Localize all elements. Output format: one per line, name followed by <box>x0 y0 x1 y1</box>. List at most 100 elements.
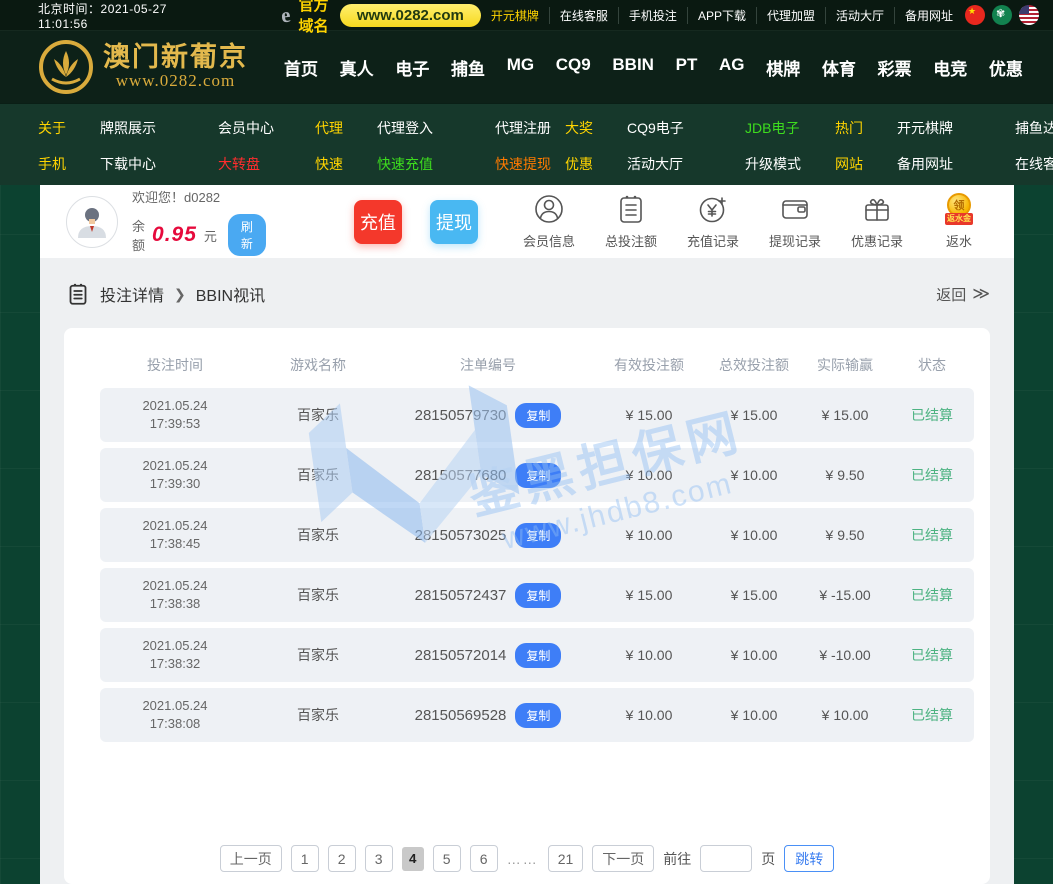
subnav-online-service[interactable]: 在线客服 <box>1015 154 1053 174</box>
subnav-label-jackpot: 大奖 <box>565 118 617 138</box>
subnav-kaiyuan-chess[interactable]: 开元棋牌 <box>897 118 1005 138</box>
col-total-amount: 总效投注额 <box>708 355 800 375</box>
member-info-item[interactable]: 会员信息 <box>520 193 578 250</box>
subnav-label-agent: 代理 <box>315 118 367 138</box>
col-bet-number: 注单编号 <box>386 355 590 375</box>
subnav-fishing-master[interactable]: 捕鱼达人 <box>1015 118 1053 138</box>
rebate-label: 返水 <box>946 231 972 250</box>
refresh-balance-button[interactable]: 刷新 <box>228 214 266 256</box>
china-flag-icon[interactable] <box>965 5 985 25</box>
avatar[interactable] <box>66 196 118 248</box>
nav-sports[interactable]: 体育 <box>820 49 858 86</box>
nav-home[interactable]: 首页 <box>282 49 320 86</box>
jump-button[interactable]: 跳转 <box>784 845 834 872</box>
nav-mg[interactable]: MG <box>505 49 536 86</box>
nav-lottery[interactable]: 彩票 <box>876 49 914 86</box>
subnav-backup-url[interactable]: 备用网址 <box>897 154 1005 174</box>
page-unit-label: 页 <box>761 849 775 869</box>
nav-live[interactable]: 真人 <box>338 49 376 86</box>
page-title: 投注详情 <box>100 282 164 306</box>
promo-records-item[interactable]: 优惠记录 <box>848 193 906 250</box>
main-menu: 首页 真人 电子 捕鱼 MG CQ9 BBIN PT AG 棋牌 体育 彩票 电… <box>282 49 1025 86</box>
total-bets-item[interactable]: 总投注额 <box>602 193 660 250</box>
nav-bbin[interactable]: BBIN <box>610 49 656 86</box>
page-button-1[interactable]: 1 <box>291 845 319 872</box>
official-domain: e 官方域名 www.0282.com <box>281 0 481 36</box>
current-page-button[interactable]: 4 <box>402 847 424 871</box>
subnav-quick-deposit[interactable]: 快速充值 <box>377 154 485 174</box>
official-domain-pill[interactable]: www.0282.com <box>340 4 481 27</box>
topbar-link-agent[interactable]: 代理加盟 <box>757 7 826 24</box>
withdraw-records-icon <box>779 193 811 225</box>
quick-links-row: 会员信息 总投注额 充值记录 <box>520 193 988 250</box>
nav-chess[interactable]: 棋牌 <box>764 49 802 86</box>
topbar-link-mobile-bet[interactable]: 手机投注 <box>619 7 688 24</box>
subnav-quick-withdraw[interactable]: 快速提现 <box>495 154 565 174</box>
deposit-records-item[interactable]: 充值记录 <box>684 193 742 250</box>
page-button-21[interactable]: 21 <box>548 845 584 872</box>
prev-page-button[interactable]: 上一页 <box>220 845 282 872</box>
member-info-label: 会员信息 <box>523 231 575 250</box>
status-badge: 已结算 <box>890 585 974 605</box>
deposit-records-icon <box>697 193 729 225</box>
site-logo[interactable]: 澳门新葡京 www.0282.com <box>38 39 248 95</box>
subnav-jdb-slots[interactable]: JDB电子 <box>745 118 835 138</box>
col-valid-amount: 有效投注额 <box>590 355 708 375</box>
subnav-lucky-wheel[interactable]: 大转盘 <box>218 154 315 174</box>
page-button-3[interactable]: 3 <box>365 845 393 872</box>
bet-records-card: 投注时间 游戏名称 注单编号 有效投注额 总效投注额 实际输赢 状态 2021.… <box>64 328 990 884</box>
topbar-links: 开元棋牌 在线客服 手机投注 APP下载 代理加盟 活动大厅 备用网址 <box>481 5 1045 25</box>
nav-pt[interactable]: PT <box>674 49 700 86</box>
subnav-download-center[interactable]: 下载中心 <box>100 154 208 174</box>
topbar-link-service[interactable]: 在线客服 <box>550 7 619 24</box>
subnav-activity-hall[interactable]: 活动大厅 <box>627 154 735 174</box>
nav-cq9[interactable]: CQ9 <box>554 49 593 86</box>
rebate-item[interactable]: 领 返水金 返水 <box>930 193 988 250</box>
topbar-link-kaiyuan[interactable]: 开元棋牌 <box>481 7 550 24</box>
deposit-button[interactable]: 充值 <box>354 200 402 244</box>
subnav-license[interactable]: 牌照展示 <box>100 118 208 138</box>
brand-domain: www.0282.com <box>116 71 236 91</box>
subnav-agent-login[interactable]: 代理登入 <box>377 118 485 138</box>
withdraw-records-item[interactable]: 提现记录 <box>766 193 824 250</box>
copy-button[interactable]: 复制 <box>515 643 561 668</box>
copy-button[interactable]: 复制 <box>515 583 561 608</box>
welcome-text: 欢迎您！d0282 <box>132 187 266 206</box>
status-badge: 已结算 <box>890 405 974 425</box>
topbar-link-app[interactable]: APP下载 <box>688 7 757 24</box>
nav-promo[interactable]: 优惠 <box>987 49 1025 86</box>
page-button-6[interactable]: 6 <box>470 845 498 872</box>
macau-flag-icon[interactable] <box>992 5 1012 25</box>
topbar-link-activity[interactable]: 活动大厅 <box>826 7 895 24</box>
pagination-ellipsis: …… <box>507 851 539 867</box>
table-row: 2021.05.2417:39:53 百家乐 28150579730复制 ¥ 1… <box>100 388 974 442</box>
copy-button[interactable]: 复制 <box>515 403 561 428</box>
nav-ag[interactable]: AG <box>717 49 747 86</box>
goto-page-input[interactable] <box>700 845 752 872</box>
topbar-link-backup[interactable]: 备用网址 <box>895 7 963 24</box>
secondary-navigation: 关于 牌照展示 会员中心 手机 下载中心 大转盘 代理 代理登入 代理注册 快速… <box>0 103 1053 185</box>
subnav-cq9-slots[interactable]: CQ9电子 <box>627 118 735 138</box>
back-link[interactable]: 返回 ≫ <box>936 284 988 305</box>
nav-slots[interactable]: 电子 <box>393 49 431 86</box>
subnav-member-center[interactable]: 会员中心 <box>218 118 315 138</box>
next-page-button[interactable]: 下一页 <box>592 845 654 872</box>
table-row: 2021.05.2417:38:08 百家乐 28150569528复制 ¥ 1… <box>100 688 974 742</box>
balance-value: 0.95 <box>152 223 197 247</box>
subnav-label-hot: 热门 <box>835 118 887 138</box>
nav-fishing[interactable]: 捕鱼 <box>449 49 487 86</box>
withdraw-records-label: 提现记录 <box>769 231 821 250</box>
usa-flag-icon[interactable] <box>1019 5 1039 25</box>
subnav-agent-register[interactable]: 代理注册 <box>495 118 565 138</box>
user-bar: 欢迎您！d0282 余额 0.95 元 刷新 充值 提现 会员信息 <box>40 185 1014 258</box>
col-game-name: 游戏名称 <box>250 355 386 375</box>
page-button-2[interactable]: 2 <box>328 845 356 872</box>
copy-button[interactable]: 复制 <box>515 523 561 548</box>
copy-button[interactable]: 复制 <box>515 703 561 728</box>
page-button-5[interactable]: 5 <box>433 845 461 872</box>
withdraw-button[interactable]: 提现 <box>430 200 478 244</box>
subnav-upgrade-mode[interactable]: 升级模式 <box>745 154 835 174</box>
copy-button[interactable]: 复制 <box>515 463 561 488</box>
nav-esports[interactable]: 电竞 <box>931 49 969 86</box>
status-badge: 已结算 <box>890 645 974 665</box>
